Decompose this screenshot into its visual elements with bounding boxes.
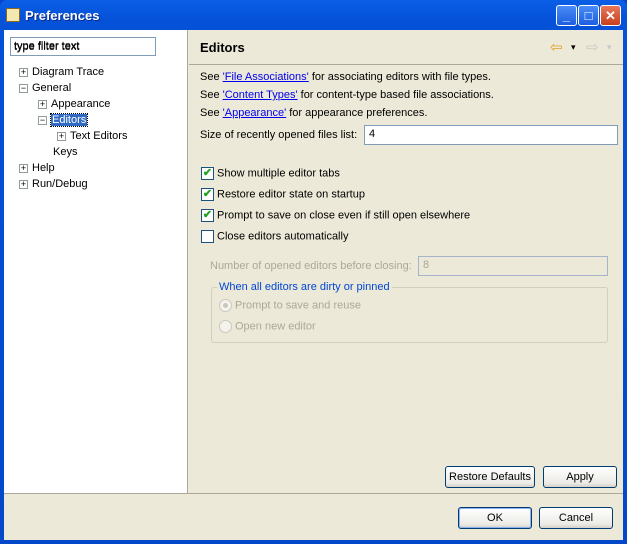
tree-item-label: General	[32, 82, 72, 94]
tree-item-run-debug[interactable]: + Run/Debug	[19, 176, 127, 192]
text: See	[200, 89, 223, 101]
apply-button[interactable]: Apply	[543, 466, 617, 488]
content-types-link[interactable]: 'Content Types'	[223, 89, 298, 101]
title-bar[interactable]: Preferences _ □ ✕	[0, 0, 627, 30]
back-history-dropdown-icon[interactable]: ▾	[571, 42, 576, 53]
checkbox-checked-icon: ✔	[201, 188, 214, 201]
cancel-button[interactable]: Cancel	[539, 507, 613, 529]
radio-selected-icon	[219, 299, 232, 312]
preference-tree: + Diagram Trace − General + Appearance − Edi…	[19, 64, 127, 192]
radio-label: Prompt to save and reuse	[235, 299, 361, 312]
ok-button[interactable]: OK	[458, 507, 532, 529]
num-editors-label: Number of opened editors before closing:	[210, 260, 412, 272]
expand-icon[interactable]: +	[57, 131, 66, 141]
close-editors-automatically-checkbox[interactable]: Close editors automatically	[201, 230, 348, 243]
back-arrow-icon[interactable]: ⇦	[550, 38, 563, 56]
restore-editor-state-checkbox[interactable]: ✔ Restore editor state on startup	[201, 188, 365, 201]
preferences-app-icon	[6, 8, 20, 22]
tree-item-label: Text Editors	[70, 130, 128, 142]
checkbox-label: Prompt to save on close even if still op…	[217, 209, 471, 222]
forward-arrow-icon[interactable]: ⇨	[586, 38, 599, 56]
header-separator	[189, 64, 623, 65]
expand-icon[interactable]: +	[19, 67, 28, 77]
prompt-to-save-checkbox[interactable]: ✔ Prompt to save on close even if still o…	[201, 209, 470, 222]
expand-icon[interactable]: +	[19, 163, 28, 173]
page-title: Editors	[200, 40, 245, 55]
restore-defaults-button[interactable]: Restore Defaults	[445, 466, 535, 488]
recent-files-label: Size of recently opened files list:	[200, 129, 358, 141]
text: for appearance preferences.	[286, 107, 428, 119]
maximize-button[interactable]: □	[578, 5, 599, 26]
num-editors-input[interactable]: 8	[418, 256, 608, 276]
group-title: When all editors are dirty or pinned	[217, 281, 392, 293]
checkbox-checked-icon: ✔	[201, 209, 214, 222]
tree-item-diagram-trace[interactable]: + Diagram Trace	[19, 64, 127, 80]
checkbox-unchecked-icon	[201, 230, 214, 243]
bottom-separator	[4, 493, 623, 494]
text: See	[200, 107, 223, 119]
tree-item-label: Diagram Trace	[32, 66, 105, 78]
show-multiple-tabs-checkbox[interactable]: ✔ Show multiple editor tabs	[201, 167, 340, 180]
window-title: Preferences	[25, 8, 100, 23]
open-new-editor-radio[interactable]: Open new editor	[219, 320, 316, 333]
expand-icon[interactable]: +	[19, 179, 28, 189]
dirty-pinned-group	[211, 287, 608, 343]
tree-item-editors[interactable]: − Editors	[19, 112, 127, 128]
text: for content-type based file associations…	[297, 89, 494, 101]
checkbox-checked-icon: ✔	[201, 167, 214, 180]
tree-item-general[interactable]: − General	[19, 80, 127, 96]
filter-input[interactable]	[10, 37, 156, 56]
tree-item-label: Keys	[53, 146, 78, 158]
recent-files-input[interactable]: 4	[364, 125, 618, 145]
tree-item-appearance[interactable]: + Appearance	[19, 96, 127, 112]
forward-history-dropdown-icon[interactable]: ▾	[607, 42, 612, 53]
content-types-line: See 'Content Types' for content-type bas…	[200, 89, 494, 101]
prompt-reuse-radio[interactable]: Prompt to save and reuse	[219, 299, 361, 312]
tree-item-text-editors[interactable]: + Text Editors	[19, 128, 127, 144]
tree-item-label: Appearance	[51, 98, 111, 110]
tree-item-keys[interactable]: Keys	[19, 144, 127, 160]
close-button[interactable]: ✕	[600, 5, 621, 26]
tree-item-label: Run/Debug	[32, 178, 88, 190]
tree-item-label: Help	[32, 162, 55, 174]
text: See	[200, 71, 223, 83]
checkbox-label: Close editors automatically	[217, 230, 349, 243]
file-associations-line: See 'File Associations' for associating …	[200, 71, 491, 83]
text: for associating editors with file types.	[308, 71, 491, 83]
expand-icon[interactable]: +	[38, 99, 47, 109]
checkbox-label: Show multiple editor tabs	[217, 167, 340, 180]
appearance-line: See 'Appearance' for appearance preferen…	[200, 107, 427, 119]
radio-unselected-icon	[219, 320, 232, 333]
file-associations-link[interactable]: 'File Associations'	[223, 71, 309, 83]
radio-label: Open new editor	[235, 320, 316, 333]
collapse-icon[interactable]: −	[38, 115, 47, 125]
tree-item-help[interactable]: + Help	[19, 160, 127, 176]
appearance-link[interactable]: 'Appearance'	[223, 107, 287, 119]
collapse-icon[interactable]: −	[19, 83, 28, 93]
tree-item-label: Editors	[49, 113, 89, 127]
minimize-button[interactable]: _	[556, 5, 577, 26]
checkbox-label: Restore editor state on startup	[217, 188, 365, 201]
